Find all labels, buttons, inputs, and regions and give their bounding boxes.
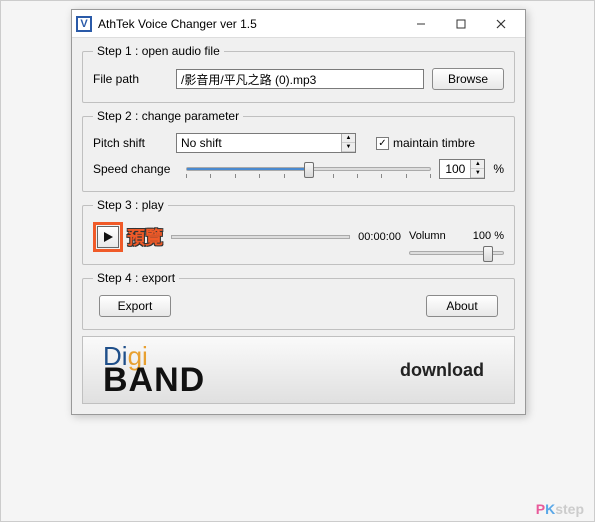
step1-group: Step 1 : open audio file File path Brows… <box>82 44 515 103</box>
window-title: AthTek Voice Changer ver 1.5 <box>98 17 401 31</box>
speed-value-box[interactable]: ▲ ▼ <box>439 159 485 179</box>
speed-slider[interactable] <box>186 160 431 178</box>
pitch-shift-label: Pitch shift <box>93 136 168 150</box>
step3-group: Step 3 : play 預覽 00:00:00 Volumn 100 % <box>82 198 515 265</box>
minimize-icon <box>416 19 426 29</box>
app-window: V AthTek Voice Changer ver 1.5 Step 1 : … <box>71 9 526 415</box>
digiband-logo: Digi BAND <box>103 346 205 394</box>
speed-unit: % <box>493 162 504 176</box>
step2-group: Step 2 : change parameter Pitch shift No… <box>82 109 515 192</box>
close-icon <box>496 19 506 29</box>
pitch-shift-value: No shift <box>177 136 341 150</box>
pitch-spinner[interactable]: ▲ ▼ <box>341 134 355 152</box>
slider-thumb[interactable] <box>483 246 493 262</box>
about-button[interactable]: About <box>426 295 498 317</box>
step4-group: Step 4 : export Export About <box>82 271 515 330</box>
browse-button[interactable]: Browse <box>432 68 504 90</box>
checkbox-box: ✓ <box>376 137 389 150</box>
download-label: download <box>400 360 484 381</box>
close-button[interactable] <box>481 11 521 37</box>
slider-thumb[interactable] <box>304 162 314 178</box>
speed-spinner[interactable]: ▲ ▼ <box>470 160 484 178</box>
speed-change-label: Speed change <box>93 162 178 176</box>
volume-block: Volumn 100 % <box>409 230 504 244</box>
chevron-down-icon: ▼ <box>471 169 484 178</box>
speed-value-input[interactable] <box>440 160 470 178</box>
step3-legend: Step 3 : play <box>93 198 168 212</box>
step4-legend: Step 4 : export <box>93 271 179 285</box>
step2-legend: Step 2 : change parameter <box>93 109 243 123</box>
maintain-timbre-label: maintain timbre <box>393 136 475 150</box>
maintain-timbre-checkbox[interactable]: ✓ maintain timbre <box>376 136 475 150</box>
pitch-shift-select[interactable]: No shift ▲ ▼ <box>176 133 356 153</box>
app-icon: V <box>76 16 92 32</box>
maximize-icon <box>456 19 466 29</box>
content-area: Step 1 : open audio file File path Brows… <box>72 38 525 414</box>
volume-label: Volumn <box>409 230 446 242</box>
step1-legend: Step 1 : open audio file <box>93 44 224 58</box>
chevron-up-icon: ▲ <box>342 134 355 143</box>
export-button[interactable]: Export <box>99 295 171 317</box>
play-icon <box>102 231 114 243</box>
watermark: PKstep <box>536 501 584 517</box>
chevron-up-icon: ▲ <box>471 160 484 169</box>
play-button[interactable] <box>97 226 119 248</box>
banner[interactable]: Digi BAND download <box>82 336 515 404</box>
playback-time: 00:00:00 <box>358 231 401 243</box>
preview-label: 預覽 <box>127 224 163 250</box>
maximize-button[interactable] <box>441 11 481 37</box>
file-path-label: File path <box>93 72 168 86</box>
chevron-down-icon: ▼ <box>342 143 355 152</box>
volume-value: 100 % <box>473 230 504 242</box>
file-path-input[interactable] <box>176 69 424 89</box>
titlebar: V AthTek Voice Changer ver 1.5 <box>72 10 525 38</box>
minimize-button[interactable] <box>401 11 441 37</box>
playback-progress[interactable] <box>171 235 350 239</box>
play-button-highlight <box>93 222 123 252</box>
